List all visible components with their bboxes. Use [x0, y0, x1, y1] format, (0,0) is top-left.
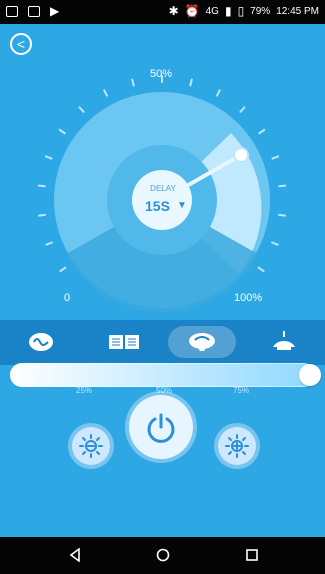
- fan-mode-icon: [189, 333, 215, 351]
- status-bar: ▶ ✱ ⏰ 4G ▮ ▯ 79% 12:45 PM: [0, 0, 325, 24]
- nav-recent-icon[interactable]: [245, 548, 259, 562]
- back-button[interactable]: <: [10, 33, 32, 55]
- book-mode-icon: [109, 335, 139, 349]
- play-icon: ▶: [50, 4, 60, 18]
- nav-back-icon[interactable]: [68, 548, 82, 562]
- power-button[interactable]: [129, 395, 193, 459]
- mode-wave-button[interactable]: [24, 326, 58, 358]
- sun-plus-icon: [225, 434, 249, 458]
- power-icon: [147, 413, 175, 443]
- sun-minus-icon: [79, 434, 103, 458]
- slider-label-25: 25%: [76, 386, 93, 395]
- chevron-left-icon: <: [16, 36, 26, 52]
- slider-label-50: 50%: [156, 386, 173, 395]
- battery-percent: 79%: [250, 5, 271, 17]
- mode-fan-button[interactable]: [168, 326, 236, 358]
- dial-min-label: 0: [64, 292, 71, 304]
- delay-label: DELAY: [150, 184, 176, 193]
- screen: ▶ ✱ ⏰ 4G ▮ ▯ 79% 12:45 PM < 50% DELAY 15…: [0, 0, 325, 574]
- dim-down-button[interactable]: [72, 427, 110, 465]
- ceiling-light-icon: [273, 331, 295, 350]
- nav-home-icon[interactable]: [156, 548, 170, 562]
- dim-up-button[interactable]: [218, 427, 256, 465]
- alarm-icon: ⏰: [184, 4, 200, 18]
- mail-icon: [6, 5, 18, 17]
- wave-mode-icon: [29, 333, 53, 351]
- network-label: 4G: [205, 5, 219, 17]
- dropdown-caret-icon[interactable]: ▼: [177, 200, 187, 211]
- image-icon: [28, 5, 40, 17]
- dial-center-text: DELAY 15S ▼: [0, 60, 325, 320]
- slider-knob[interactable]: [299, 364, 321, 386]
- mode-ceiling-light-button[interactable]: [262, 326, 306, 358]
- battery-icon: ▯: [237, 4, 245, 18]
- dimmer-dial: 50% DELAY 15S ▼ 0 100%: [0, 60, 325, 320]
- notification-icons: ▶: [6, 5, 59, 17]
- signal-icon: ▮: [224, 4, 232, 18]
- slider-label-75: 75%: [233, 386, 250, 395]
- bluetooth-icon: ✱: [168, 4, 179, 18]
- system-icons: ✱ ⏰ 4G ▮ ▯ 79% 12:45 PM: [169, 5, 319, 17]
- mode-book-button[interactable]: [102, 326, 146, 358]
- brightness-slider[interactable]: [10, 363, 321, 387]
- mode-bar: [0, 320, 325, 365]
- clock: 12:45 PM: [276, 5, 319, 17]
- dial-max-label: 100%: [234, 292, 263, 304]
- android-nav-bar: [0, 537, 325, 574]
